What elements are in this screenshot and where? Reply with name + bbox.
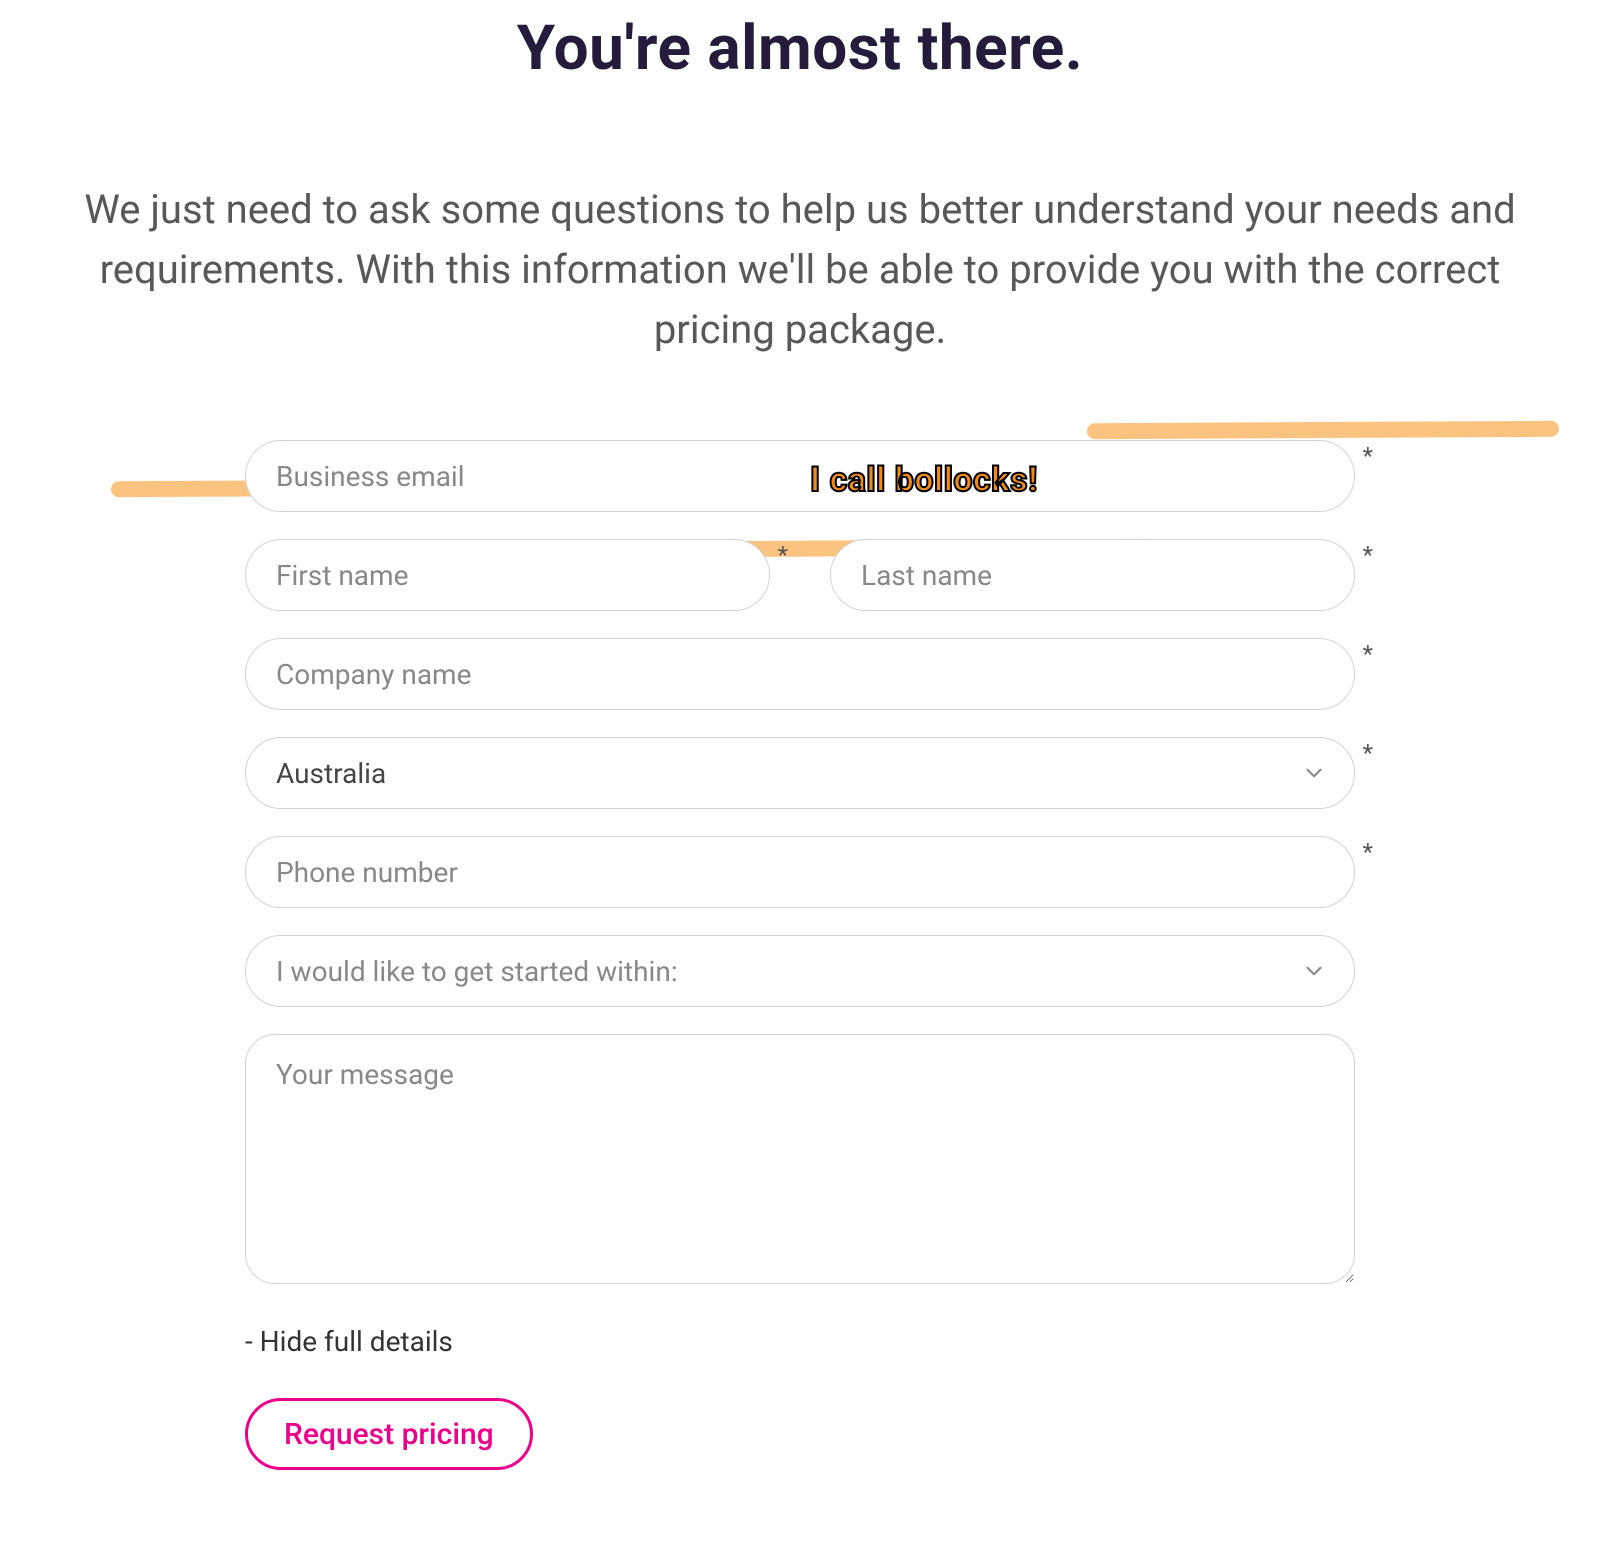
message-textarea[interactable] <box>245 1034 1355 1284</box>
intro-paragraph: We just need to ask some questions to he… <box>55 180 1545 360</box>
annotation-overlay: I call bollocks! <box>810 460 1038 500</box>
required-marker: * <box>1363 838 1373 866</box>
required-marker: * <box>778 541 788 569</box>
toggle-details-link[interactable]: - Hide full details <box>245 1325 453 1358</box>
first-name-input[interactable] <box>245 539 770 611</box>
required-marker: * <box>1363 442 1373 470</box>
country-select-value: Australia <box>276 757 386 790</box>
required-marker: * <box>1363 640 1373 668</box>
phone-number-input[interactable] <box>245 836 1355 908</box>
required-marker: * <box>1363 541 1373 569</box>
last-name-input[interactable] <box>830 539 1355 611</box>
underline-highlight <box>1087 421 1559 439</box>
required-marker: * <box>1363 739 1373 767</box>
pricing-form: * * * * Australia <box>245 440 1355 1470</box>
start-within-placeholder: I would like to get started within: <box>276 955 678 988</box>
business-email-input[interactable] <box>245 440 1355 512</box>
page-title: You're almost there. <box>0 12 1600 85</box>
company-name-input[interactable] <box>245 638 1355 710</box>
request-pricing-button[interactable]: Request pricing <box>245 1398 533 1470</box>
start-within-select[interactable]: I would like to get started within: <box>245 935 1355 1007</box>
country-select[interactable]: Australia <box>245 737 1355 809</box>
